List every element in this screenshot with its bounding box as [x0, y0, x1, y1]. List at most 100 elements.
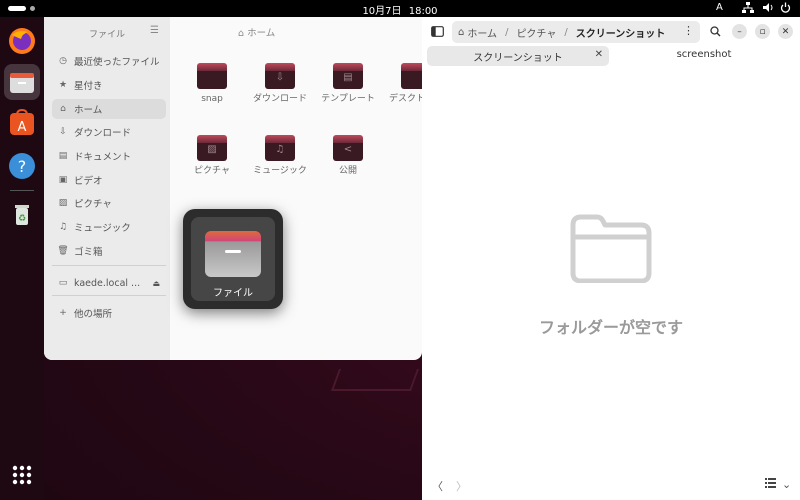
folder-glyph-icon: ⇩: [275, 72, 285, 83]
home-icon: ⌂: [458, 26, 465, 38]
sidebar-item-icon: ▭: [58, 278, 68, 288]
tab-bar: スクリーンショット ✕ screenshot: [422, 45, 800, 67]
folder-label: ミュージック: [253, 166, 307, 176]
folder-label: テンプレート: [321, 94, 375, 104]
sidebar-item[interactable]: + 他の場所: [52, 303, 166, 323]
power-icon[interactable]: [780, 2, 791, 16]
minimize-icon[interactable]: –: [732, 24, 747, 39]
date-label: 10月7日: [362, 6, 402, 17]
sidebar-item-label: ダウンロード: [74, 128, 132, 139]
folder-icon: ⇩: [265, 63, 295, 89]
sidebar-item-label: 星付き: [74, 81, 103, 92]
sidebar-item-label: ビデオ: [74, 176, 103, 187]
folder-item[interactable]: ▨ ピクチャ: [182, 135, 242, 178]
kebab-menu-icon[interactable]: ⋮: [683, 24, 694, 37]
maximize-icon[interactable]: ▫: [755, 24, 770, 39]
sidebar-separator: [52, 295, 166, 296]
files-app-icon: [205, 231, 261, 277]
sidebar-separator: [52, 265, 166, 266]
folder-icon: ♫: [265, 135, 295, 161]
folder-icon: [401, 63, 422, 89]
breadcrumb-screenshots[interactable]: スクリーンショット: [576, 25, 666, 40]
breadcrumb-separator: /: [564, 26, 568, 38]
sidebar-item-label: ゴミ箱: [74, 247, 103, 258]
empty-folder-icon: [569, 211, 653, 284]
sidebar-item-label: ミュージック: [74, 223, 131, 234]
sidebar-item-icon: ⇩: [59, 127, 67, 137]
files-path-bar[interactable]: ⌂ ホーム: [238, 25, 275, 39]
folder-glyph-icon: <: [343, 144, 353, 155]
sidebar-item-icon: ★: [58, 80, 68, 90]
folder-item[interactable]: < 公開: [318, 135, 378, 178]
tab-screenshots[interactable]: スクリーンショット ✕: [427, 46, 609, 66]
sidebar-item[interactable]: ◷ 最近使ったファイル: [52, 51, 166, 71]
svg-text:♻: ♻: [18, 214, 26, 224]
sidebar-item-icon: ⌂: [60, 104, 66, 114]
tab-screenshot[interactable]: screenshot: [612, 49, 796, 60]
hamburger-menu-icon[interactable]: ☰: [150, 25, 159, 36]
folder-glyph-icon: ♫: [275, 144, 285, 155]
list-view-icon[interactable]: [765, 478, 776, 491]
sidebar-item[interactable]: ▤ ドキュメント: [52, 146, 166, 166]
forward-icon[interactable]: 〉: [456, 478, 467, 494]
tab-close-icon[interactable]: ✕: [595, 49, 603, 60]
breadcrumb-separator: /: [505, 26, 509, 38]
trash-icon[interactable]: ♻: [4, 197, 40, 233]
breadcrumb-home[interactable]: ホーム: [467, 25, 497, 40]
tab-label: スクリーンショット: [473, 52, 563, 64]
sidebar-item[interactable]: ⇩ ダウンロード: [52, 122, 166, 142]
svg-text:A: A: [18, 120, 27, 135]
folder-item[interactable]: snap: [182, 63, 242, 106]
sidebar-item-icon: ◷: [59, 56, 67, 66]
files-window-screenshots[interactable]: ⌂ ホーム / ピクチャ / スクリーンショット ⋮ – ▫ ✕ スクリーンショ…: [422, 17, 800, 500]
app-switcher: ファイル: [183, 209, 283, 309]
breadcrumb[interactable]: ⌂ ホーム / ピクチャ / スクリーンショット ⋮: [452, 21, 700, 43]
wallpaper-shape: [330, 369, 420, 391]
folder-label: ダウンロード: [252, 94, 307, 104]
sidebar-item-label: 他の場所: [74, 309, 113, 320]
folder-label: ピクチャ: [194, 166, 230, 176]
sidebar-item[interactable]: ▭ kaede.local ... ⏏: [52, 273, 166, 293]
sidebar-item[interactable]: ★ 星付き: [52, 75, 166, 95]
folder-glyph-icon: ▤: [343, 72, 353, 83]
help-icon[interactable]: ?: [4, 148, 40, 184]
view-options-chevron-icon[interactable]: ⌄: [782, 478, 791, 491]
sidebar-item-icon: ▣: [58, 175, 68, 185]
folder-label: デスクトップ: [388, 94, 422, 104]
back-icon[interactable]: 〈: [432, 478, 443, 494]
sidebar-item[interactable]: ♫ ミュージック: [52, 217, 166, 237]
firefox-icon[interactable]: [4, 23, 40, 59]
app-switcher-label: ファイル: [213, 288, 253, 299]
sidebar-item[interactable]: 🗑 ゴミ箱: [52, 241, 166, 261]
sidebar-toggle-icon[interactable]: [428, 23, 446, 39]
folder-label: 公開: [338, 166, 357, 176]
clock[interactable]: 10月7日 18:00: [0, 2, 800, 17]
header-bar: ⌂ ホーム / ピクチャ / スクリーンショット ⋮ – ▫ ✕: [422, 17, 800, 45]
sidebar-item[interactable]: ⌂ ホーム: [52, 99, 166, 119]
sidebar-item-label: ドキュメント: [74, 152, 132, 163]
folder-item[interactable]: ▤ テンプレート: [318, 63, 378, 106]
input-method-indicator[interactable]: A: [716, 2, 723, 13]
close-icon[interactable]: ✕: [778, 24, 793, 39]
empty-folder-message: フォルダーが空です: [538, 318, 683, 337]
folder-icon: ▤: [333, 63, 363, 89]
folder-item[interactable]: デスクトップ: [386, 63, 422, 106]
breadcrumb-pictures[interactable]: ピクチャ: [516, 25, 556, 40]
folder-label: snap: [201, 94, 223, 104]
search-icon[interactable]: [707, 23, 723, 39]
sidebar-item-label: kaede.local ...: [74, 277, 141, 289]
files-path-label: ホーム: [247, 28, 276, 39]
time-label: 18:00: [408, 6, 438, 17]
sidebar-item[interactable]: ▣ ビデオ: [52, 170, 166, 190]
folder-item[interactable]: ⇩ ダウンロード: [250, 63, 310, 106]
folder-item[interactable]: ♫ ミュージック: [250, 135, 310, 178]
app-center-icon[interactable]: A: [4, 105, 40, 141]
eject-icon[interactable]: ⏏: [152, 279, 160, 288]
top-bar: 10月7日 18:00 A: [0, 0, 800, 17]
tab-label: screenshot: [676, 49, 732, 60]
files-icon[interactable]: [4, 64, 40, 100]
volume-icon[interactable]: [762, 2, 774, 16]
network-icon[interactable]: [742, 2, 754, 16]
app-grid-icon[interactable]: [4, 457, 40, 493]
sidebar-item[interactable]: ▨ ピクチャ: [52, 193, 166, 213]
